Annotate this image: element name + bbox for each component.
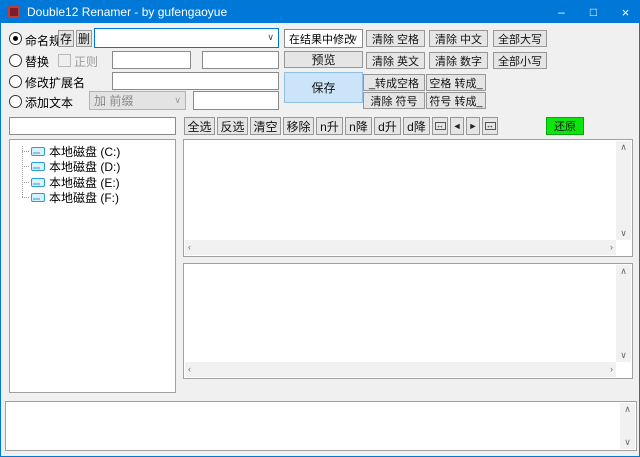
path-filter-input[interactable] (9, 117, 176, 135)
tree-item-drive-c[interactable]: 本地磁盘 (C:) (31, 144, 120, 159)
addtext-mode-select[interactable]: 加 前缀 ∨ (89, 91, 186, 110)
window-title: Double12 Renamer - by gufengaoyue (27, 5, 228, 19)
regex-checkbox[interactable] (58, 54, 71, 67)
tree-connector (22, 146, 23, 197)
clear-digits-button[interactable]: 清除 数字 (429, 52, 488, 69)
tree-connector (22, 182, 29, 183)
save-button[interactable]: 保存 (284, 72, 363, 103)
invert-selection-button[interactable]: 反选 (217, 117, 248, 135)
delete-rule-button[interactable]: 删 (76, 30, 92, 47)
horizontal-scrollbar[interactable]: ‹ › (185, 362, 616, 377)
rule-radio-addtext[interactable] (9, 95, 22, 108)
rule-radio-replace-label: 替换 (25, 55, 50, 69)
clear-list-button[interactable]: 清空 (250, 117, 281, 135)
sort-name-asc-button[interactable]: n升 (316, 117, 343, 135)
scroll-left-icon[interactable]: ‹ (185, 363, 194, 376)
left-arrow-icon: ◄ (452, 121, 462, 131)
lowercase-button[interactable]: 全部小写 (493, 52, 547, 69)
tree-connector (22, 197, 29, 198)
scroll-down-icon[interactable]: ∨ (621, 436, 634, 449)
file-list-panel[interactable]: ∧ ∨ ‹ › (183, 139, 633, 257)
prev-button[interactable]: ◄ (450, 117, 464, 135)
drive-icon (31, 178, 45, 187)
sort-date-asc-button[interactable]: d升 (374, 117, 401, 135)
chevron-down-icon: ∨ (174, 94, 181, 105)
transfer-left-button[interactable]: ↔ (432, 117, 448, 135)
app-icon (8, 6, 20, 18)
symbol-to-underscore-button[interactable]: 符号 转成_ (426, 92, 486, 109)
drive-icon (31, 162, 45, 171)
rule-radio-naming[interactable] (9, 32, 22, 45)
drive-icon (31, 147, 45, 156)
tree-item-drive-f[interactable]: 本地磁盘 (F:) (31, 190, 119, 205)
chevron-down-icon[interactable]: ∨ (267, 32, 274, 43)
preview-button[interactable]: 预览 (284, 51, 363, 68)
replace-find-input[interactable] (112, 51, 191, 69)
scope-select[interactable]: 在结果中修改 ∨ (284, 29, 363, 48)
select-all-button[interactable]: 全选 (184, 117, 215, 135)
vertical-scrollbar[interactable]: ∧ ∨ (616, 265, 631, 362)
regex-checkbox-label: 正则 (74, 55, 99, 69)
clear-chinese-button[interactable]: 清除 中文 (429, 30, 488, 47)
scroll-up-icon[interactable]: ∧ (617, 141, 630, 154)
tree-item-drive-d[interactable]: 本地磁盘 (D:) (31, 159, 120, 174)
vertical-scrollbar[interactable]: ∧ ∨ (616, 141, 631, 240)
space-to-underscore-button[interactable]: 空格 转成_ (426, 74, 486, 91)
scroll-up-icon[interactable]: ∧ (617, 265, 630, 278)
h-arrows-icon: ↔ (484, 121, 496, 130)
scope-select-value: 在结果中修改 (289, 33, 355, 46)
rule-radio-extension[interactable] (9, 75, 22, 88)
replace-with-input[interactable] (202, 51, 279, 69)
rule-combobox[interactable]: ∨ (94, 28, 279, 48)
minimize-button[interactable]: – (546, 1, 577, 23)
addtext-mode-value: 加 前缀 (94, 94, 134, 108)
rule-radio-addtext-label: 添加文本 (25, 96, 74, 110)
h-arrows-icon: ↔ (434, 121, 446, 130)
drive-tree[interactable]: 本地磁盘 (C:) 本地磁盘 (D:) 本地磁盘 (E:) 本地磁盘 (F:) (9, 139, 176, 393)
chevron-down-icon[interactable]: ∨ (351, 33, 358, 44)
tree-item-label: 本地磁盘 (D:) (49, 160, 121, 174)
uppercase-button[interactable]: 全部大写 (493, 30, 547, 47)
scroll-right-icon[interactable]: › (607, 363, 616, 376)
tree-item-label: 本地磁盘 (F:) (49, 191, 119, 205)
rule-radio-extension-label: 修改扩展名 (25, 76, 86, 90)
close-button[interactable]: × (610, 1, 639, 23)
restore-button[interactable]: 还原 (546, 117, 584, 135)
clear-space-button[interactable]: 清除 空格 (366, 30, 425, 47)
scroll-down-icon[interactable]: ∨ (617, 349, 630, 362)
maximize-button[interactable]: □ (578, 1, 609, 23)
log-textarea[interactable]: ∧ ∨ (5, 401, 637, 451)
tree-connector (22, 151, 29, 152)
tree-item-drive-e[interactable]: 本地磁盘 (E:) (31, 175, 120, 190)
titlebar: Double12 Renamer - by gufengaoyue – □ × (1, 1, 639, 23)
scroll-left-icon[interactable]: ‹ (185, 241, 194, 254)
addtext-input[interactable] (193, 91, 279, 110)
clear-symbols-button[interactable]: 清除 符号 (363, 92, 425, 109)
drive-icon (31, 193, 45, 202)
transfer-right-button[interactable]: ↔ (482, 117, 498, 135)
underscore-to-space-button[interactable]: _转成空格 (363, 74, 425, 91)
remove-button[interactable]: 移除 (283, 117, 314, 135)
tree-connector (22, 166, 29, 167)
right-arrow-icon: ► (468, 121, 478, 131)
horizontal-scrollbar[interactable]: ‹ › (185, 240, 616, 255)
scroll-down-icon[interactable]: ∨ (617, 227, 630, 240)
clear-english-button[interactable]: 清除 英文 (366, 52, 425, 69)
scroll-right-icon[interactable]: › (607, 241, 616, 254)
vertical-scrollbar[interactable]: ∧ ∨ (620, 403, 635, 449)
scroll-up-icon[interactable]: ∧ (621, 403, 634, 416)
sort-name-desc-button[interactable]: n降 (345, 117, 372, 135)
rule-radio-replace[interactable] (9, 54, 22, 67)
app-window: Double12 Renamer - by gufengaoyue – □ × … (0, 0, 640, 457)
store-rule-button[interactable]: 存 (58, 30, 74, 47)
result-list-panel[interactable]: ∧ ∨ ‹ › (183, 263, 633, 379)
extension-input[interactable] (112, 72, 279, 90)
sort-date-desc-button[interactable]: d降 (403, 117, 430, 135)
next-button[interactable]: ► (466, 117, 480, 135)
